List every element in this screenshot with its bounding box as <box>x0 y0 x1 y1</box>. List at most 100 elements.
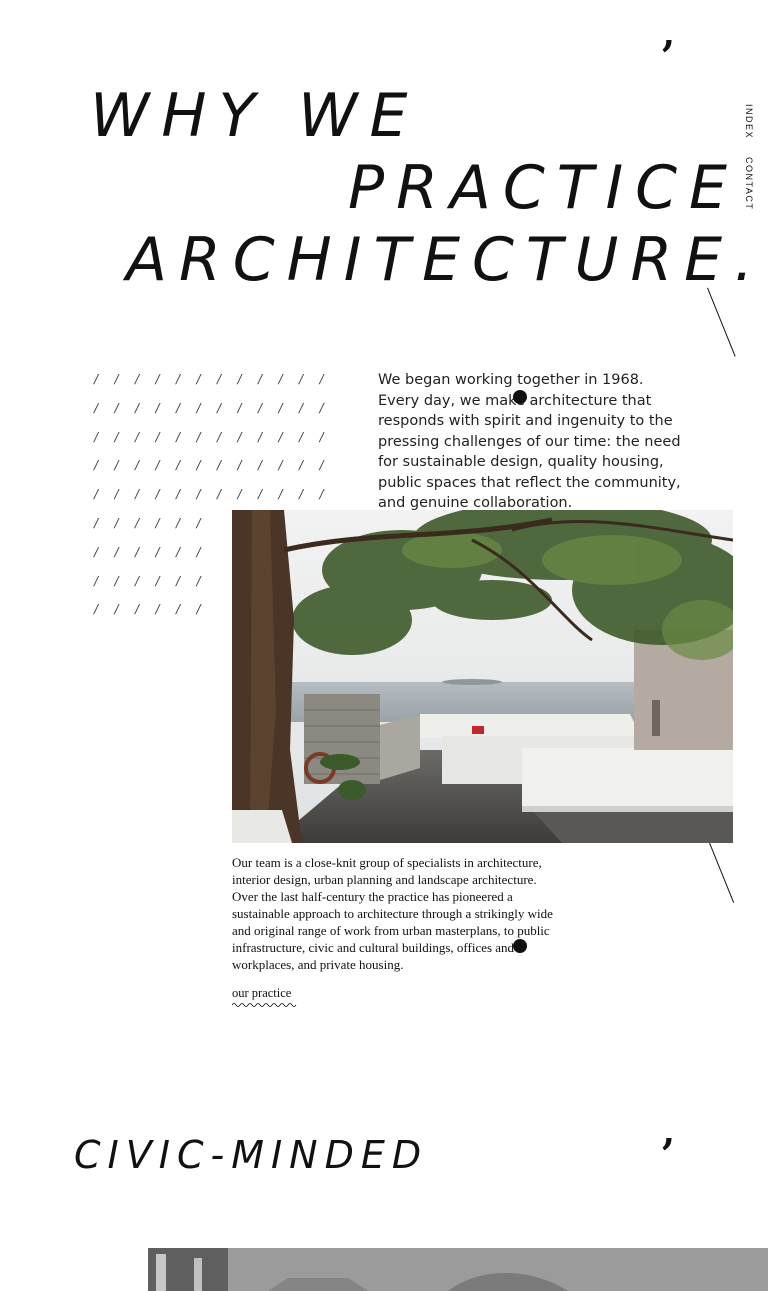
slash-mark: / <box>217 487 222 502</box>
slash-mark: / <box>114 372 119 386</box>
side-nav: INDEX CONTACT <box>744 104 764 228</box>
slash-mark: / <box>237 400 242 415</box>
slash-mark: / <box>114 516 119 530</box>
wavy-underline <box>232 1003 297 1007</box>
nav-contact-link[interactable]: CONTACT <box>744 157 754 210</box>
slash-mark: / <box>94 544 99 559</box>
civic-minded-heading: CIVIC-MINDED <box>74 1133 429 1177</box>
slash-mark: / <box>319 400 324 415</box>
diagonal-line-middle <box>707 837 735 903</box>
slash-mark: / <box>237 372 242 386</box>
slash-mark: / <box>176 400 181 415</box>
our-practice-link[interactable]: our practice <box>232 986 291 1001</box>
slash-mark: / <box>155 400 160 415</box>
slash-mark: / <box>299 372 304 386</box>
slash-mark: / <box>94 400 99 415</box>
slash-mark: / <box>155 458 160 473</box>
slash-mark: / <box>176 544 181 559</box>
slash-mark: / <box>94 573 99 588</box>
slash-mark: / <box>237 429 242 444</box>
slash-mark: / <box>135 400 140 415</box>
slash-mark: / <box>237 458 242 473</box>
slash-mark: / <box>155 372 160 386</box>
slash-mark: / <box>155 602 160 617</box>
slash-mark: / <box>135 544 140 559</box>
slash-mark: / <box>196 487 201 502</box>
slash-mark: / <box>94 516 99 530</box>
team-paragraph: Our team is a close-knit group of specia… <box>232 855 553 972</box>
slash-mark: / <box>114 429 119 444</box>
intro-paragraph: We began working together in 1968. Every… <box>378 372 681 511</box>
slash-mark: / <box>155 516 160 530</box>
slash-mark: / <box>196 573 201 588</box>
slash-mark: / <box>299 458 304 473</box>
slash-mark: / <box>155 544 160 559</box>
slash-mark: / <box>135 429 140 444</box>
headline-line-1: WHY WE <box>90 81 420 151</box>
slash-mark: / <box>258 429 263 444</box>
slash-mark: / <box>196 372 201 386</box>
slash-mark: / <box>114 458 119 473</box>
slash-mark: / <box>176 458 181 473</box>
slash-mark: / <box>135 573 140 588</box>
cursor-dot-top <box>513 390 527 404</box>
slash-mark: / <box>94 372 99 386</box>
slash-mark: / <box>258 487 263 502</box>
slash-mark: / <box>114 400 119 415</box>
slash-mark: / <box>319 429 324 444</box>
slash-mark: / <box>319 458 324 473</box>
slash-mark: / <box>176 602 181 617</box>
slash-mark: / <box>258 458 263 473</box>
slash-mark: / <box>237 487 242 502</box>
slash-mark: / <box>299 400 304 415</box>
slash-mark: / <box>196 429 201 444</box>
slash-mark: / <box>176 573 181 588</box>
slash-mark: / <box>196 544 201 559</box>
civic-photo <box>148 1248 768 1291</box>
slash-mark: / <box>135 602 140 617</box>
slash-mark: / <box>217 400 222 415</box>
slash-mark: / <box>278 400 283 415</box>
slash-mark: / <box>94 429 99 444</box>
slash-mark: / <box>319 487 324 502</box>
slash-mark: / <box>196 602 201 617</box>
slash-mark: / <box>135 372 140 386</box>
slash-mark: / <box>176 429 181 444</box>
slash-mark: / <box>114 602 119 617</box>
slash-mark: / <box>155 573 160 588</box>
slash-mark: / <box>176 487 181 502</box>
slash-mark: / <box>278 429 283 444</box>
slash-mark: / <box>217 429 222 444</box>
cursor-dot-bottom <box>513 939 527 953</box>
slash-mark: / <box>176 372 181 386</box>
headline-line-2: PRACTICE <box>348 153 739 223</box>
slash-mark: / <box>319 372 324 386</box>
slash-mark: / <box>155 429 160 444</box>
slash-mark: / <box>258 372 263 386</box>
slash-mark: / <box>217 372 222 386</box>
slash-mark: / <box>135 458 140 473</box>
slash-mark: / <box>278 372 283 386</box>
slash-mark: / <box>278 487 283 502</box>
nav-index-link[interactable]: INDEX <box>744 104 754 139</box>
slash-mark: / <box>114 544 119 559</box>
slash-mark: / <box>114 487 119 502</box>
slash-mark: / <box>196 458 201 473</box>
slash-mark: / <box>176 516 181 530</box>
slash-mark: / <box>196 400 201 415</box>
headline-line-3: ARCHITECTURE. <box>126 225 766 295</box>
slash-mark: / <box>196 516 201 530</box>
slash-mark: / <box>94 487 99 502</box>
slash-mark: / <box>217 458 222 473</box>
slash-mark: / <box>114 573 119 588</box>
slash-mark: / <box>299 487 304 502</box>
slash-mark: / <box>278 458 283 473</box>
comma-ornament-bottom: , <box>662 1108 676 1153</box>
diagonal-line-top <box>707 287 736 357</box>
slash-mark: / <box>135 516 140 530</box>
terrace-photo <box>232 510 733 843</box>
slash-mark: / <box>299 429 304 444</box>
slash-mark: / <box>94 602 99 617</box>
slash-mark: / <box>155 487 160 502</box>
slash-mark: / <box>258 400 263 415</box>
